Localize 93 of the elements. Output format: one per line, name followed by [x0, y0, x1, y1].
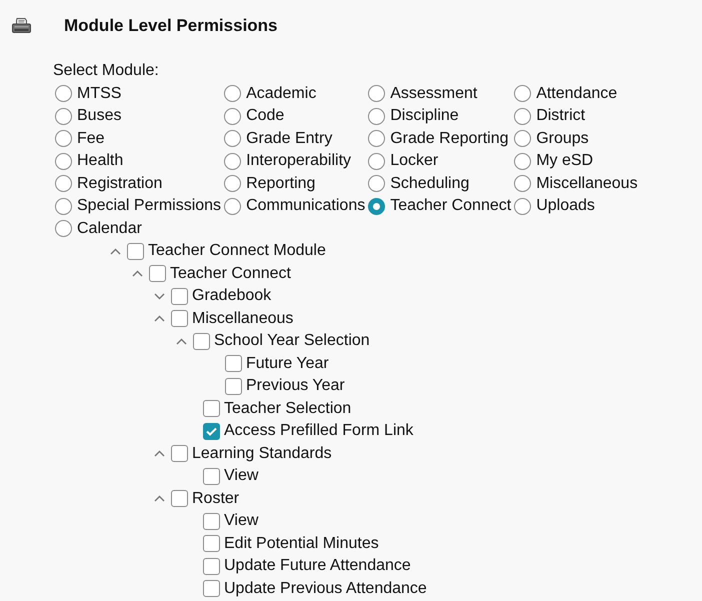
radio-button[interactable]	[224, 198, 242, 215]
tree-item-label: Roster	[192, 490, 240, 508]
checkbox[interactable]	[193, 332, 210, 350]
radio-button[interactable]	[55, 220, 72, 238]
radio-label: Interoperability	[246, 152, 352, 170]
chevron-up-icon[interactable]	[154, 495, 165, 502]
radio-button[interactable]	[368, 130, 386, 148]
select-module-label: Select Module:	[53, 61, 159, 81]
radio-button[interactable]	[368, 85, 386, 102]
radio-label: Reporting	[246, 174, 316, 193]
tree-item-label: Previous Year	[246, 377, 345, 396]
chevron-up-icon[interactable]	[154, 450, 165, 458]
chevron-down-icon[interactable]	[154, 292, 165, 300]
radio-label: MTSS	[77, 84, 122, 103]
checkbox[interactable]	[203, 468, 220, 485]
checkbox[interactable]	[203, 512, 220, 530]
check-icon	[206, 426, 217, 436]
chevron-up-icon[interactable]	[132, 270, 143, 278]
page-title: Module Level Permissions	[64, 16, 278, 36]
checkbox[interactable]	[203, 558, 220, 575]
tree-item-label: Update Future Attendance	[224, 557, 411, 576]
tree-item-label: Learning Standards	[192, 444, 332, 463]
radio-label: Assessment	[390, 84, 478, 103]
radio-button[interactable]	[224, 152, 242, 170]
radio-button[interactable]	[224, 175, 242, 192]
radio-label: Uploads	[536, 197, 595, 216]
checkbox[interactable]	[149, 265, 166, 282]
tree-item-label: School Year Selection	[214, 332, 370, 350]
tree-item-label: Teacher Selection	[224, 400, 352, 418]
radio-button[interactable]	[55, 175, 72, 192]
radio-label: District	[536, 107, 586, 126]
checkbox[interactable]	[203, 422, 220, 440]
radio-label: Groups	[536, 130, 589, 148]
tree-item-label: Teacher Connect Module	[148, 242, 326, 260]
radio-label: Registration	[77, 174, 162, 193]
radio-label: Communications	[246, 197, 366, 216]
tree-item-label: Update Previous Attendance	[224, 580, 427, 598]
radio-button[interactable]	[368, 175, 386, 192]
tree-item-label: Teacher Connect	[170, 264, 291, 283]
radio-button[interactable]	[368, 152, 386, 170]
chevron-up-icon[interactable]	[176, 338, 187, 345]
checkbox[interactable]	[225, 355, 242, 372]
checkbox[interactable]	[203, 535, 220, 552]
radio-label: Grade Entry	[246, 130, 332, 148]
tree-item-label: Miscellaneous	[192, 310, 294, 328]
radio-button[interactable]	[224, 85, 242, 102]
radio-label: Locker	[390, 152, 438, 170]
printer-icon[interactable]	[12, 18, 31, 34]
checkbox[interactable]	[225, 378, 242, 395]
radio-label: Academic	[246, 84, 316, 103]
checkbox[interactable]	[171, 490, 188, 508]
checkbox[interactable]	[171, 288, 188, 305]
tree-item-label: Access Prefilled Form Link	[224, 422, 414, 440]
checkbox[interactable]	[127, 242, 144, 260]
radio-button[interactable]	[55, 108, 72, 125]
tree-item-label: View	[224, 512, 258, 530]
checkbox[interactable]	[203, 400, 220, 418]
radio-label: Miscellaneous	[536, 174, 638, 193]
radio-button[interactable]	[514, 130, 532, 148]
radio-label: Scheduling	[390, 174, 470, 193]
checkbox[interactable]	[203, 580, 220, 598]
radio-label: Attendance	[536, 84, 618, 103]
radio-button[interactable]	[55, 152, 72, 170]
tree-item-label: Edit Potential Minutes	[224, 534, 379, 553]
radio-button[interactable]	[224, 130, 242, 148]
radio-label: Discipline	[390, 107, 459, 126]
chevron-up-icon[interactable]	[154, 315, 165, 322]
radio-button[interactable]	[514, 85, 532, 102]
checkbox[interactable]	[171, 310, 188, 328]
tree-item-label: Gradebook	[192, 287, 272, 306]
radio-button[interactable]	[514, 152, 532, 170]
radio-label: Buses	[77, 107, 122, 126]
checkbox[interactable]	[171, 445, 188, 462]
radio-button[interactable]	[55, 130, 72, 148]
tree-item-label: Future Year	[246, 354, 329, 373]
radio-label: Calendar	[77, 220, 142, 238]
radio-button[interactable]	[224, 108, 242, 125]
tree-item-label: View	[224, 467, 258, 486]
radio-label: Code	[246, 107, 284, 126]
radio-label: Health	[77, 152, 124, 170]
radio-button[interactable]	[514, 198, 532, 215]
chevron-up-icon[interactable]	[110, 248, 121, 255]
radio-button[interactable]	[368, 198, 386, 215]
radio-label: Teacher Connect	[390, 197, 512, 216]
radio-button[interactable]	[368, 108, 386, 125]
radio-label: Grade Reporting	[390, 130, 509, 148]
radio-button[interactable]	[514, 108, 532, 125]
radio-label: My eSD	[536, 152, 594, 170]
radio-label: Special Permissions	[77, 197, 222, 216]
radio-label: Fee	[77, 130, 105, 148]
radio-button[interactable]	[55, 198, 72, 215]
radio-button[interactable]	[55, 85, 72, 102]
radio-button[interactable]	[514, 175, 532, 192]
